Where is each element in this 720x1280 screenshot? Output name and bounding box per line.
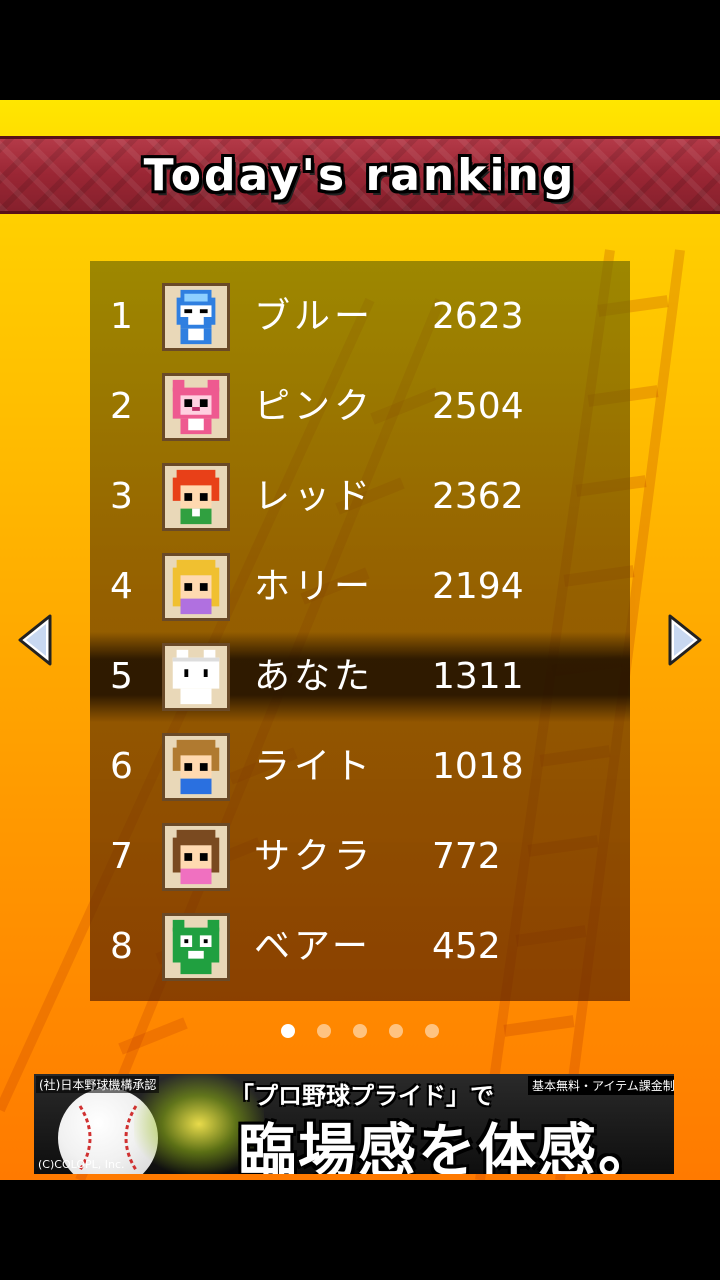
ranking-row: 8 ベアー 452	[90, 902, 630, 992]
ranking-row: 7 サクラ 772	[90, 812, 630, 902]
page-title: Today's ranking	[143, 149, 577, 201]
page-dot[interactable]	[317, 1024, 331, 1038]
ranking-row: 1 ブルー 2623	[90, 272, 630, 362]
game-screen: Today's ranking 1 ブルー 2623 2 ピンク 2504 3 …	[0, 100, 720, 1180]
player-score: 2362	[432, 476, 524, 517]
ranking-row-current-player: 5 あなた 1311	[90, 632, 630, 722]
screen: Today's ranking 1 ブルー 2623 2 ピンク 2504 3 …	[0, 0, 720, 1280]
red-hair-boy-icon	[162, 463, 230, 531]
player-name: ライト	[254, 746, 375, 787]
green-bear-character-icon	[162, 913, 230, 981]
player-name: あなた	[254, 656, 375, 697]
player-score: 2504	[432, 386, 524, 427]
ranking-panel: 1 ブルー 2623 2 ピンク 2504 3 レッド 2362 4 ホリー 2…	[90, 261, 630, 1001]
ranking-row: 4 ホリー 2194	[90, 542, 630, 632]
player-score: 1311	[432, 656, 524, 697]
right-arrow-icon[interactable]	[664, 612, 704, 668]
player-score: 1018	[432, 746, 524, 787]
player-name: ベアー	[254, 926, 372, 967]
rank-number: 1	[110, 296, 133, 337]
player-score: 772	[432, 836, 501, 877]
ad-association-text: (社)日本野球機構承認	[36, 1076, 160, 1093]
title-banner: Today's ranking	[0, 136, 720, 214]
rank-number: 4	[110, 566, 133, 607]
player-name: ブルー	[254, 296, 375, 337]
page-dot-active[interactable]	[281, 1024, 295, 1038]
ad-banner[interactable]: (社)日本野球機構承認 「プロ野球プライド」で 基本無料・アイテム課金制 臨場感…	[34, 1074, 674, 1174]
player-score: 452	[432, 926, 501, 967]
player-score: 2623	[432, 296, 524, 337]
brown-hair-girl-icon	[162, 823, 230, 891]
player-score: 2194	[432, 566, 524, 607]
player-name: レッド	[254, 476, 375, 517]
blue-helmet-character-icon	[162, 283, 230, 351]
ad-headline: 臨場感を体感。	[238, 1117, 659, 1174]
rank-number: 3	[110, 476, 133, 517]
player-name: サクラ	[254, 836, 375, 877]
ranking-row: 3 レッド 2362	[90, 452, 630, 542]
ad-copyright: (C)COLOPL, Inc.	[38, 1158, 125, 1171]
player-name: ピンク	[254, 386, 375, 427]
left-arrow-icon[interactable]	[16, 612, 56, 668]
rank-number: 6	[110, 746, 133, 787]
pink-cat-character-icon	[162, 373, 230, 441]
player-name: ホリー	[254, 566, 375, 607]
ad-free-note: 基本無料・アイテム課金制	[528, 1076, 674, 1095]
brown-hair-boy-icon	[162, 733, 230, 801]
ranking-row: 6 ライト 1018	[90, 722, 630, 812]
page-dot[interactable]	[353, 1024, 367, 1038]
rank-number: 2	[110, 386, 133, 427]
rank-number: 7	[110, 836, 133, 877]
page-dot[interactable]	[389, 1024, 403, 1038]
page-dot[interactable]	[425, 1024, 439, 1038]
rank-number: 5	[110, 656, 133, 697]
white-cat-character-icon	[162, 643, 230, 711]
rank-number: 8	[110, 926, 133, 967]
blonde-girl-icon	[162, 553, 230, 621]
ranking-row: 2 ピンク 2504	[90, 362, 630, 452]
page-indicator	[0, 1024, 720, 1048]
